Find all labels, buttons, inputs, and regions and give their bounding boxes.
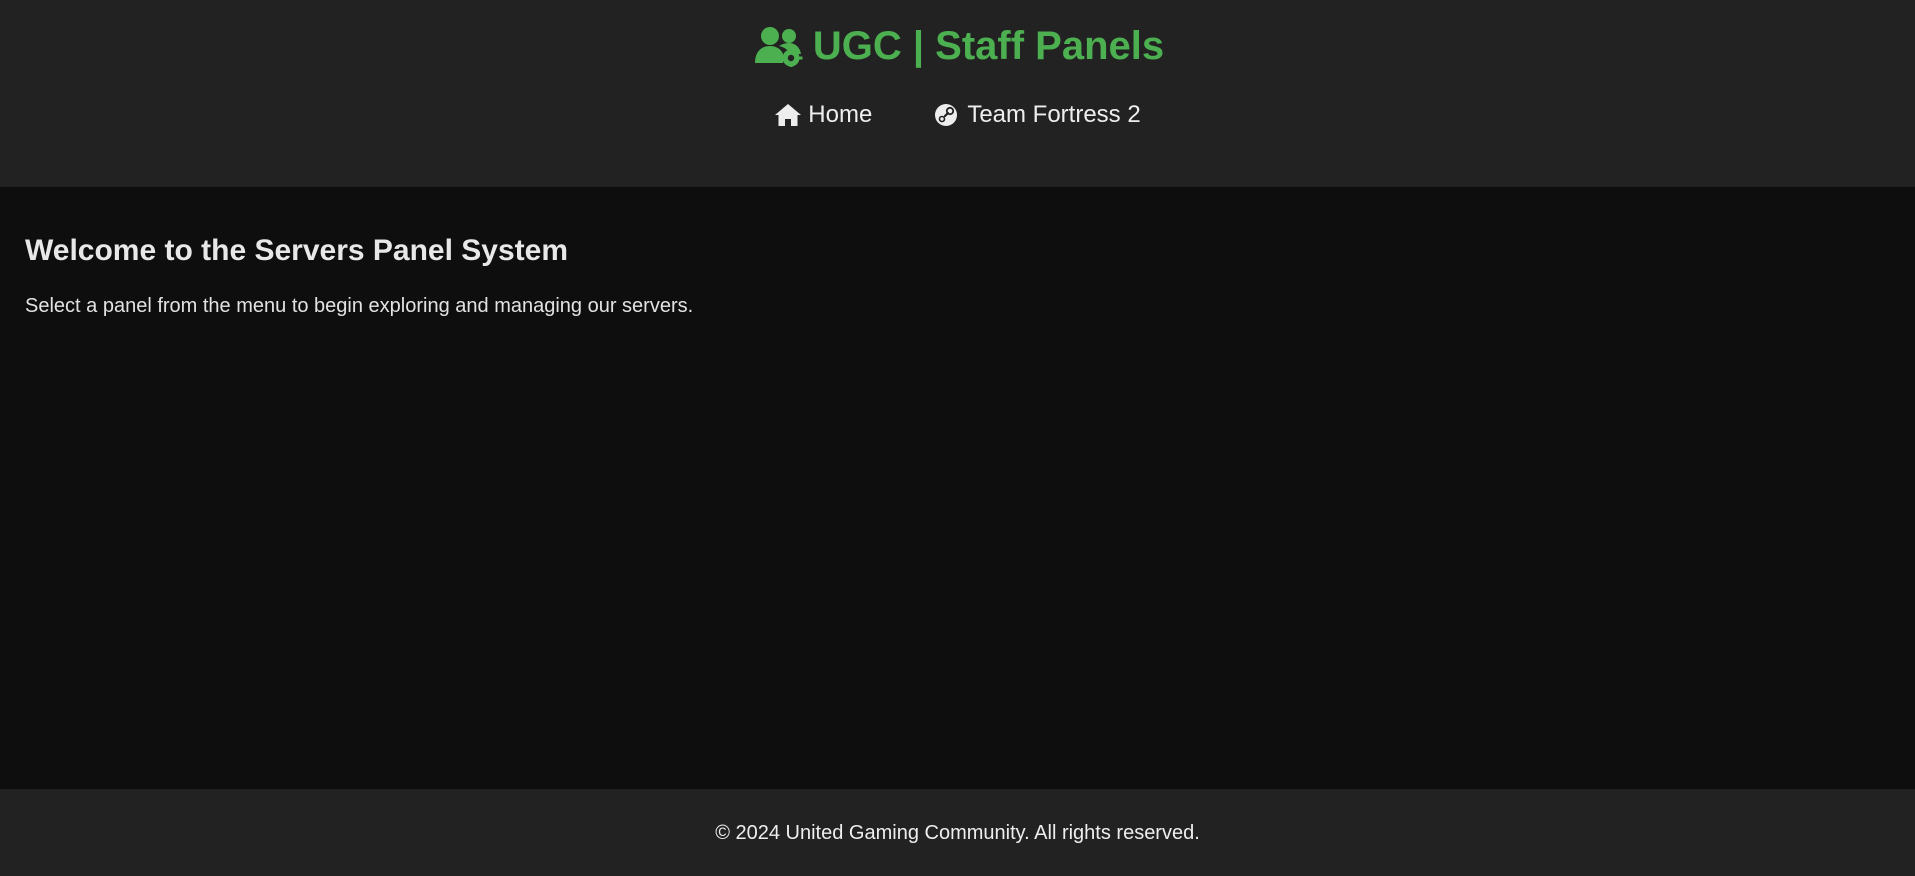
users-gear-icon [751,25,803,67]
nav-item-home[interactable]: Home [774,97,872,133]
page: UGC | Staff Panels Home Team Fortress 2 … [0,0,1915,876]
nav-item-team-fortress-2[interactable]: Team Fortress 2 [933,97,1141,133]
copyright-text: © 2024 United Gaming Community. All righ… [715,821,1200,844]
page-subtitle: Select a panel from the menu to begin ex… [25,295,694,317]
home-icon [774,102,802,128]
site-footer: © 2024 United Gaming Community. All righ… [0,789,1915,876]
site-header: UGC | Staff Panels Home Team Fortress 2 [0,0,1915,187]
nav-label-home: Home [808,101,873,128]
steam-icon [933,102,961,128]
page-title: Welcome to the Servers Panel System [25,234,569,267]
site-brand: UGC | Staff Panels [0,22,1915,70]
brand-title: UGC | Staff Panels [812,24,1165,68]
main-content: Welcome to the Servers Panel System Sele… [0,187,1915,789]
main-nav: Home Team Fortress 2 [0,97,1915,133]
nav-label-team-fortress-2: Team Fortress 2 [967,101,1141,128]
